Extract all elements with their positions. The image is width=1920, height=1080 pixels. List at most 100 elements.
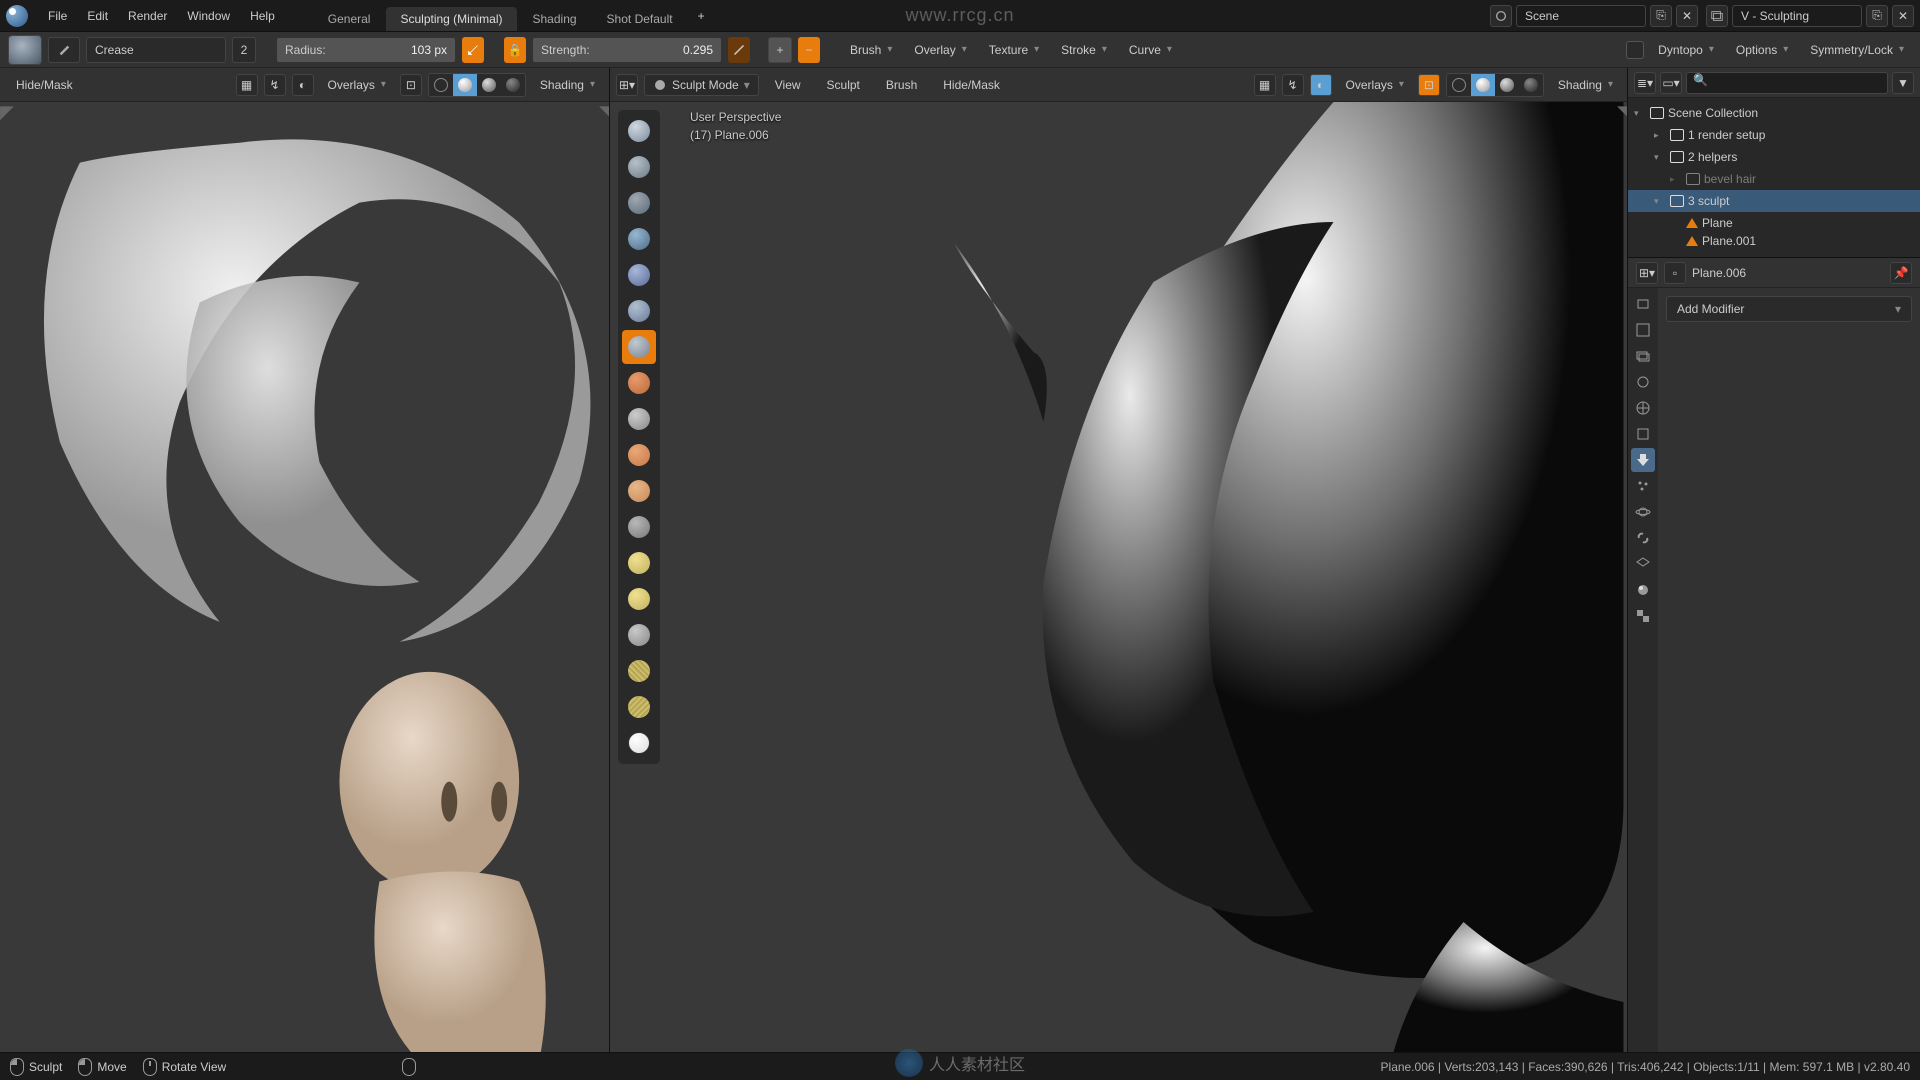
shading-dropdown[interactable]: Shading <box>1550 74 1621 96</box>
direction-sub-button[interactable]: − <box>798 37 820 63</box>
tool-flatten[interactable] <box>622 402 656 436</box>
tree-row[interactable]: ▾ 3 sculpt <box>1628 190 1920 212</box>
tree-row[interactable]: ▸ 1 render setup <box>1628 124 1920 146</box>
tab-scene[interactable] <box>1631 370 1655 394</box>
tab-modifiers[interactable] <box>1631 448 1655 472</box>
menu-render[interactable]: Render <box>118 5 177 27</box>
tool-scrape[interactable] <box>622 474 656 508</box>
viewport-right-canvas[interactable]: User Perspective (17) Plane.006 <box>610 102 1627 1052</box>
viewlayer-new-button[interactable]: ⎘ <box>1866 5 1888 27</box>
shading-rendered[interactable] <box>501 74 525 96</box>
tool-grab[interactable] <box>622 546 656 580</box>
properties-pin-button[interactable]: 📌 <box>1890 262 1912 284</box>
tree-row[interactable]: ▸ bevel hair <box>1628 168 1920 190</box>
vp-gizmo-button[interactable]: ↯ <box>1282 74 1304 96</box>
brush-datablock-button[interactable] <box>48 37 80 63</box>
region-toggle-icon[interactable] <box>1617 102 1628 123</box>
workspace-tab-shading[interactable]: Shading <box>519 7 591 31</box>
tab-viewlayer[interactable] <box>1631 344 1655 368</box>
scene-new-button[interactable]: ⎘ <box>1650 5 1672 27</box>
shading-lookdev[interactable] <box>1495 74 1519 96</box>
viewlayer-browse-button[interactable] <box>1706 5 1728 27</box>
outliner-filter-button[interactable]: ▼ <box>1892 72 1914 94</box>
hidemask-menu[interactable]: Hide/Mask <box>6 74 83 96</box>
symmetry-dropdown[interactable]: Symmetry/Lock <box>1802 39 1912 61</box>
stroke-dropdown[interactable]: Stroke <box>1053 39 1115 61</box>
menu-help[interactable]: Help <box>240 5 285 27</box>
tool-crease[interactable] <box>622 330 656 364</box>
overlay-dropdown[interactable]: Overlay <box>906 39 974 61</box>
scene-browse-button[interactable] <box>1490 5 1512 27</box>
tab-data[interactable] <box>1631 552 1655 576</box>
shading-dropdown[interactable]: Shading <box>532 74 603 96</box>
region-toggle-icon[interactable] <box>599 102 610 123</box>
brush-menu[interactable]: Brush <box>876 74 927 96</box>
outliner-display-mode[interactable]: ≣▾ <box>1634 72 1656 94</box>
tool-thumb[interactable] <box>622 618 656 652</box>
tool-mask[interactable] <box>622 726 656 760</box>
tool-inflate[interactable] <box>622 258 656 292</box>
shading-wireframe[interactable] <box>1447 74 1471 96</box>
radius-pressure-button[interactable] <box>462 37 484 63</box>
outliner-view-button[interactable]: ▭▾ <box>1660 72 1682 94</box>
sculpt-menu[interactable]: Sculpt <box>817 74 870 96</box>
brush-preview-icon[interactable] <box>8 35 42 65</box>
strength-lock-button[interactable]: 🔒 <box>504 37 526 63</box>
tool-rotate[interactable] <box>622 690 656 724</box>
workspace-tab-general[interactable]: General <box>314 7 385 31</box>
tab-particles[interactable] <box>1631 474 1655 498</box>
vp-overlays-dropdown[interactable]: Overlays <box>320 74 394 96</box>
tab-world[interactable] <box>1631 396 1655 420</box>
vp-gizmo-button[interactable]: ↯ <box>264 74 286 96</box>
radius-field[interactable]: Radius: 103 px <box>276 37 456 63</box>
xray-toggle[interactable]: ⊡ <box>400 74 422 96</box>
dyntopo-checkbox[interactable] <box>1626 41 1644 59</box>
tab-constraints[interactable] <box>1631 526 1655 550</box>
brush-name-field[interactable]: Crease <box>86 37 226 63</box>
xray-toggle[interactable]: ⊡ <box>1418 74 1440 96</box>
tool-clay[interactable] <box>622 150 656 184</box>
region-toggle-icon[interactable] <box>0 102 14 123</box>
viewlayer-name-input[interactable] <box>1732 5 1862 27</box>
tree-row[interactable]: Plane <box>1628 212 1920 234</box>
viewlayer-delete-button[interactable]: ✕ <box>1892 5 1914 27</box>
scene-delete-button[interactable]: ✕ <box>1676 5 1698 27</box>
viewport-right[interactable]: ⊞▾ Sculpt Mode ▾ View Sculpt Brush Hide/… <box>610 68 1628 1052</box>
shading-lookdev[interactable] <box>477 74 501 96</box>
texture-dropdown[interactable]: Texture <box>981 39 1047 61</box>
vp-select-visible-button[interactable]: ▦ <box>1254 74 1276 96</box>
tool-fill[interactable] <box>622 438 656 472</box>
tab-output[interactable] <box>1631 318 1655 342</box>
direction-add-button[interactable]: + <box>768 37 792 63</box>
tool-blob[interactable] <box>622 294 656 328</box>
mode-selector[interactable]: Sculpt Mode ▾ <box>644 74 759 96</box>
tree-row-scene-collection[interactable]: ▾ Scene Collection <box>1628 102 1920 124</box>
workspace-tab-shotdefault[interactable]: Shot Default <box>593 7 687 31</box>
vp-overlays-toggle[interactable]: ◐ <box>1310 74 1332 96</box>
tree-row[interactable]: Plane.001 <box>1628 234 1920 248</box>
shading-solid[interactable] <box>1471 74 1495 96</box>
tab-texture[interactable] <box>1631 604 1655 628</box>
options-dropdown[interactable]: Options <box>1728 39 1796 61</box>
brush-dropdown[interactable]: Brush <box>842 39 900 61</box>
tool-smooth[interactable] <box>622 366 656 400</box>
shading-wireframe[interactable] <box>429 74 453 96</box>
workspace-tab-sculpting[interactable]: Sculpting (Minimal) <box>386 7 516 31</box>
properties-editor-type[interactable]: ⊞▾ <box>1636 262 1658 284</box>
menu-file[interactable]: File <box>38 5 77 27</box>
dyntopo-dropdown[interactable]: Dyntopo <box>1650 39 1722 61</box>
viewport-left-canvas[interactable] <box>0 102 609 1052</box>
viewport-left[interactable]: Hide/Mask ▦ ↯ ◐ Overlays ⊡ Shading <box>0 68 610 1052</box>
vp-select-visible-button[interactable]: ▦ <box>236 74 258 96</box>
brush-fake-user-button[interactable]: 2 <box>232 37 256 63</box>
tree-row[interactable]: ▾ 2 helpers <box>1628 146 1920 168</box>
editor-type-button[interactable]: ⊞▾ <box>616 74 638 96</box>
tool-clay-strips[interactable] <box>622 186 656 220</box>
shading-solid[interactable] <box>453 74 477 96</box>
vp-overlays-dropdown[interactable]: Overlays <box>1338 74 1412 96</box>
tab-physics[interactable] <box>1631 500 1655 524</box>
menu-window[interactable]: Window <box>177 5 240 27</box>
scene-name-input[interactable] <box>1516 5 1646 27</box>
strength-pressure-button[interactable] <box>728 37 750 63</box>
add-workspace-button[interactable]: + <box>688 5 715 27</box>
